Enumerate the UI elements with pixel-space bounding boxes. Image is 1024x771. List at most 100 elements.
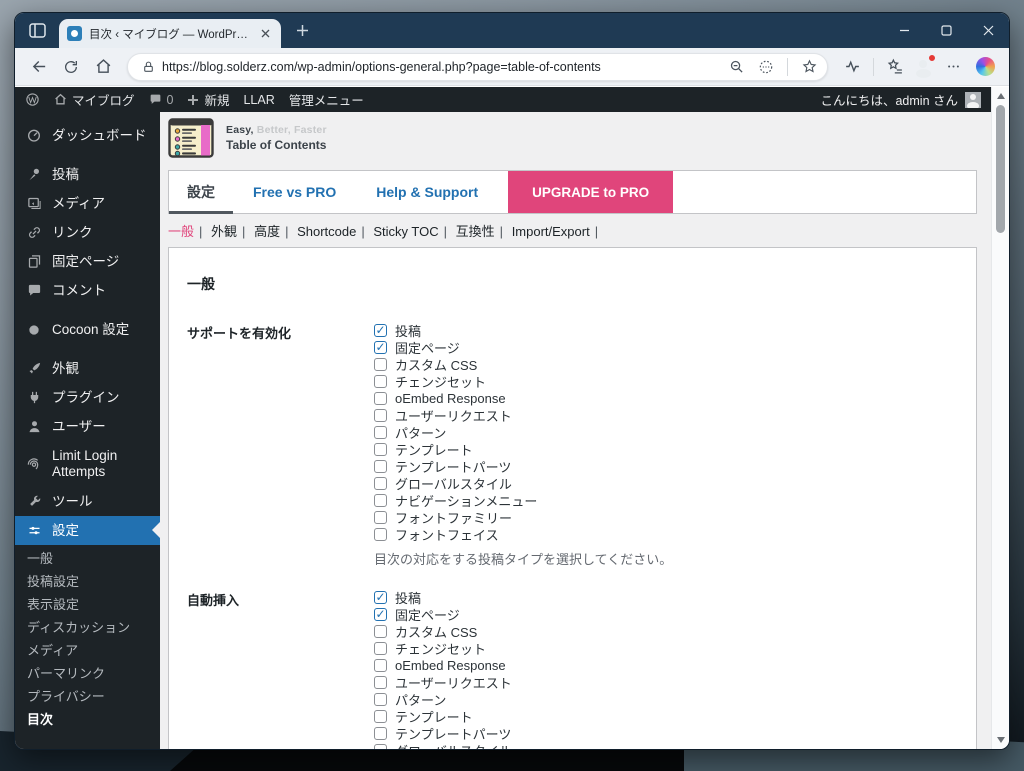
checkbox[interactable]: [374, 659, 387, 672]
checkbox[interactable]: [374, 642, 387, 655]
scrollbar-thumb[interactable]: [996, 105, 1005, 233]
tab-actions-menu-button[interactable]: [23, 18, 51, 44]
submenu-item[interactable]: プライバシー: [15, 685, 160, 708]
lock-icon[interactable]: [140, 55, 156, 79]
subnav-link[interactable]: 互換性: [456, 224, 495, 239]
subnav-link[interactable]: Shortcode: [297, 224, 356, 239]
sidebar-item-comments[interactable]: コメント: [15, 276, 160, 305]
sidebar-item-appearance[interactable]: 外観: [15, 354, 160, 383]
admin-bar-admin-menu[interactable]: 管理メニュー: [289, 90, 364, 109]
checkbox[interactable]: [374, 710, 387, 723]
checkbox[interactable]: [374, 744, 387, 749]
settings-panel: 一般 サポートを有効化 投稿: [168, 247, 977, 749]
copilot-icon[interactable]: [971, 53, 999, 81]
subnav-link[interactable]: Import/Export: [512, 224, 590, 239]
submenu-item[interactable]: 一般: [15, 547, 160, 570]
browser-essentials-icon[interactable]: [838, 53, 866, 81]
checkbox[interactable]: [374, 426, 387, 439]
post-type-option: パターン: [374, 691, 537, 708]
post-type-option: oEmbed Response: [374, 657, 537, 674]
plus-icon: [187, 94, 199, 106]
checkbox-label[interactable]: チェンジセット: [395, 639, 486, 658]
checkbox-label[interactable]: グローバルスタイル: [395, 741, 512, 749]
admin-bar-site-link[interactable]: マイブログ: [54, 90, 135, 109]
scrollbar-up-arrow[interactable]: [992, 89, 1009, 103]
browser-tab-active[interactable]: 目次 ‹ マイブログ — WordPress: [59, 19, 281, 48]
checkbox[interactable]: [374, 607, 387, 621]
close-window-button[interactable]: [967, 13, 1009, 48]
checkbox[interactable]: [374, 511, 387, 524]
home-button[interactable]: [89, 53, 117, 81]
submenu-item[interactable]: メディア: [15, 639, 160, 662]
checkbox[interactable]: [374, 392, 387, 405]
checkbox[interactable]: [374, 323, 387, 337]
maximize-button[interactable]: [925, 13, 967, 48]
sidebar-item-tools[interactable]: ツール: [15, 487, 160, 516]
checkbox[interactable]: [374, 340, 387, 354]
admin-bar-llar[interactable]: LLAR: [243, 93, 274, 107]
sidebar-item-cocoon-settings[interactable]: Cocoon 設定: [15, 315, 160, 344]
favorite-star-icon[interactable]: [797, 55, 821, 79]
checkbox[interactable]: [374, 460, 387, 473]
submenu-item[interactable]: ディスカッション: [15, 616, 160, 639]
favorites-bar-icon[interactable]: [881, 53, 909, 81]
checkbox[interactable]: [374, 625, 387, 638]
sidebar-item-dashboard[interactable]: ダッシュボード: [15, 120, 160, 150]
checkbox[interactable]: [374, 443, 387, 456]
subnav-link[interactable]: 高度: [254, 224, 280, 239]
checkbox[interactable]: [374, 590, 387, 604]
admin-bar-account[interactable]: こんにちは、admin さん: [820, 90, 981, 109]
checkbox[interactable]: [374, 727, 387, 740]
divider: [873, 57, 874, 76]
checkbox[interactable]: [374, 477, 387, 490]
checkbox[interactable]: [374, 494, 387, 507]
submenu-item[interactable]: パーマリンク: [15, 662, 160, 685]
subnav-link[interactable]: 一般: [168, 224, 194, 239]
sidebar-item-posts[interactable]: 投稿: [15, 160, 160, 189]
tab-help-support[interactable]: Help & Support: [356, 171, 498, 213]
checkbox[interactable]: [374, 676, 387, 689]
page-permissions-icon[interactable]: [754, 55, 778, 79]
zoom-out-icon[interactable]: [724, 55, 748, 79]
checkbox-label[interactable]: oEmbed Response: [395, 658, 506, 673]
tab-close-icon[interactable]: [257, 26, 273, 42]
page-scrollbar[interactable]: [991, 87, 1009, 749]
address-bar[interactable]: https://blog.solderz.com/wp-admin/option…: [127, 52, 828, 81]
submenu-item[interactable]: 投稿設定: [15, 570, 160, 593]
scrollbar-down-arrow[interactable]: [992, 733, 1009, 747]
admin-bar-comments[interactable]: 0: [149, 93, 173, 107]
admin-bar-new[interactable]: 新規: [187, 90, 229, 109]
checkbox-label[interactable]: チェンジセット: [395, 372, 486, 391]
subnav-link[interactable]: Sticky TOC: [373, 224, 438, 239]
checkbox[interactable]: [374, 358, 387, 371]
tab-free-vs-pro[interactable]: Free vs PRO: [233, 171, 356, 213]
more-menu-icon[interactable]: [939, 53, 967, 81]
new-tab-button[interactable]: [289, 18, 315, 44]
checkbox-label[interactable]: フォントフェイス: [395, 525, 499, 544]
checkbox[interactable]: [374, 375, 387, 388]
tab-upgrade-to-pro[interactable]: UPGRADE to PRO: [508, 171, 674, 213]
submenu-item[interactable]: 目次: [15, 708, 160, 731]
sidebar-item-links[interactable]: リンク: [15, 218, 160, 247]
checkbox[interactable]: [374, 409, 387, 422]
sidebar-item-settings[interactable]: 設定: [15, 515, 160, 545]
back-button[interactable]: [25, 53, 53, 81]
sidebar-item-limit-login-attempts[interactable]: Limit Login Attempts: [15, 441, 160, 487]
sidebar-item-users[interactable]: ユーザー: [15, 412, 160, 441]
profile-avatar[interactable]: [913, 53, 936, 78]
url-text[interactable]: https://blog.solderz.com/wp-admin/option…: [162, 60, 718, 74]
collapse-menu-button[interactable]: メニューを閉じる: [15, 741, 160, 749]
refresh-button[interactable]: [57, 53, 85, 81]
checkbox[interactable]: [374, 693, 387, 706]
sidebar-item-plugins[interactable]: プラグイン: [15, 383, 160, 412]
sidebar-item-media[interactable]: メディア: [15, 189, 160, 218]
tab-settings[interactable]: 設定: [169, 171, 233, 214]
minimize-button[interactable]: [883, 13, 925, 48]
subnav-link[interactable]: 外観: [211, 224, 237, 239]
wordpress-logo-icon[interactable]: [25, 92, 40, 107]
checkbox-label[interactable]: oEmbed Response: [395, 391, 506, 406]
sidebar-item-pages[interactable]: 固定ページ: [15, 247, 160, 276]
post-type-option: テンプレートパーツ: [374, 725, 537, 742]
submenu-item[interactable]: 表示設定: [15, 593, 160, 616]
checkbox[interactable]: [374, 528, 387, 541]
